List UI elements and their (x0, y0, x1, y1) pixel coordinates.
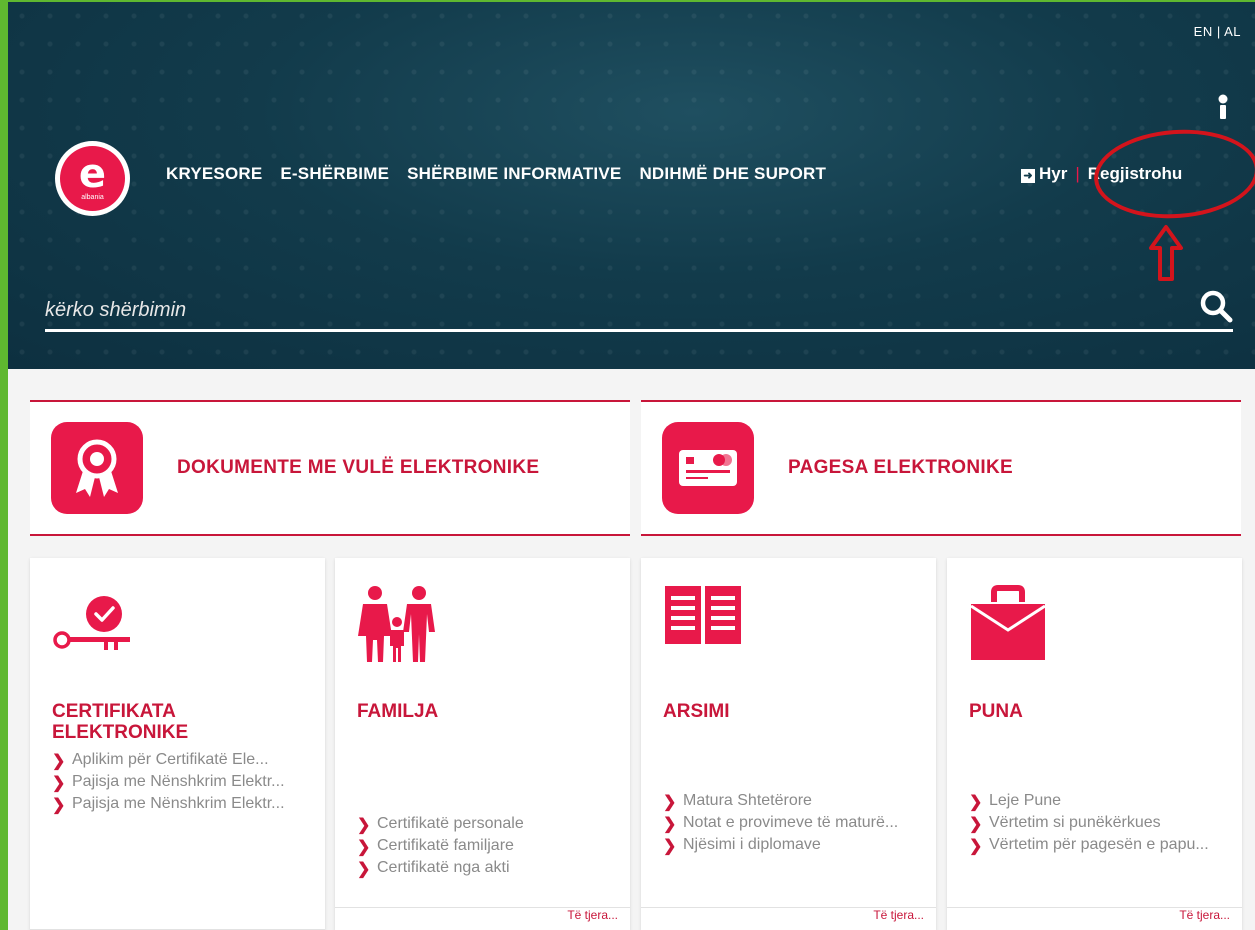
category-link[interactable]: ❯ Notat e provimeve të maturë... (663, 813, 918, 833)
main-nav: KRYESORE E-SHËRBIME SHËRBIME INFORMATIVE… (166, 164, 826, 184)
nav-e-sherbime[interactable]: E-SHËRBIME (280, 164, 389, 184)
category-title: ARSIMI (663, 701, 730, 722)
feature-card-documents[interactable]: DOKUMENTE ME VULË ELEKTRONIKE (30, 400, 630, 536)
search-icon[interactable] (1199, 289, 1233, 328)
category-link[interactable]: ❯ Certifikatë nga akti (357, 858, 612, 878)
chevron-right-icon: ❯ (52, 753, 66, 770)
category-link[interactable]: ❯ Certifikatë familjare (357, 836, 612, 856)
nav-ndihme-dhe-suport[interactable]: NDIHMË DHE SUPORT (639, 164, 826, 184)
category-title: PUNA (969, 701, 1023, 722)
chevron-right-icon: ❯ (969, 816, 983, 833)
login-label: Hyr (1039, 164, 1068, 183)
login-link[interactable]: ➜ Hyr (1021, 164, 1067, 184)
category-link[interactable]: ❯ Pajisja me Nënshkrim Elektr... (52, 794, 307, 814)
briefcase-icon (969, 584, 1047, 669)
category-title: CERTIFIKATA ELEKTRONIKE (52, 701, 189, 743)
category-link[interactable]: ❯ Matura Shtetërore (663, 791, 918, 811)
award-ribbon-icon (51, 422, 143, 514)
e-albania-logo[interactable]: e albania (55, 141, 130, 216)
family-icon (357, 584, 439, 669)
key-check-icon (52, 584, 142, 659)
search-input[interactable] (45, 299, 645, 322)
feature-card-payments[interactable]: PAGESA ELEKTRONIKE (641, 400, 1241, 536)
category-link[interactable]: ❯ Leje Pune (969, 791, 1224, 811)
category-link[interactable]: ❯ Njësimi i diplomave (663, 835, 918, 855)
auth-separator: | (1075, 164, 1080, 183)
category-card-puna[interactable]: PUNA ❯ Leje Pune ❯ Vërtetim si punëkërkues… (947, 558, 1242, 930)
accessibility-icon[interactable] (1217, 94, 1229, 125)
logo-text: albania (81, 194, 104, 201)
category-link[interactable]: ❯ Aplikim për Certifikatë Ele... (52, 750, 307, 770)
open-book-icon (663, 584, 743, 651)
category-link[interactable]: ❯ Vërtetim për pagesën e papu... (969, 835, 1224, 855)
chevron-right-icon: ❯ (52, 797, 66, 814)
feature-label: DOKUMENTE ME VULË ELEKTRONIKE (177, 457, 540, 478)
chevron-right-icon: ❯ (357, 817, 371, 834)
chevron-right-icon: ❯ (969, 838, 983, 855)
category-card-familja[interactable]: FAMILJA ❯ Certifikatë personale ❯ Certifik… (335, 558, 630, 930)
category-link[interactable]: ❯ Pajisja me Nënshkrim Elektr... (52, 772, 307, 792)
annotation-arrow-icon (1148, 224, 1184, 287)
search-bar (45, 289, 1233, 332)
header: EN | AL e albania KRYESORE E-SHËRBIME SH… (8, 2, 1255, 369)
category-links: ❯ Leje Pune ❯ Vërtetim si punëkërkues ❯ Vër… (969, 791, 1224, 857)
chevron-right-icon: ❯ (663, 794, 677, 811)
chevron-right-icon: ❯ (969, 794, 983, 811)
category-links: ❯ Certifikatë personale ❯ Certifikatë fami… (357, 814, 612, 880)
category-card-arsimi[interactable]: ARSIMI ❯ Matura Shtetërore ❯ Notat e provi… (641, 558, 936, 930)
category-title: FAMILJA (357, 701, 439, 722)
chevron-right-icon: ❯ (52, 775, 66, 792)
chevron-right-icon: ❯ (663, 838, 677, 855)
language-switcher[interactable]: EN | AL (1194, 24, 1241, 39)
category-link[interactable]: ❯ Certifikatë personale (357, 814, 612, 834)
more-link[interactable]: Të tjera... (567, 908, 618, 930)
chevron-right-icon: ❯ (663, 816, 677, 833)
category-card-certifikata[interactable]: CERTIFIKATA ELEKTRONIKE ❯ Aplikim për Cer… (30, 558, 325, 930)
logo-letter: e (78, 151, 107, 197)
category-links: ❯ Matura Shtetërore ❯ Notat e provimeve të… (663, 791, 918, 857)
nav-kryesore[interactable]: KRYESORE (166, 164, 262, 184)
chevron-right-icon: ❯ (357, 861, 371, 878)
chevron-right-icon: ❯ (357, 839, 371, 856)
login-arrow-icon: ➜ (1021, 169, 1035, 183)
credit-card-icon (662, 422, 754, 514)
more-link[interactable]: Të tjera... (1179, 908, 1230, 930)
category-links: ❯ Aplikim për Certifikatë Ele... ❯ Pajisja… (52, 750, 307, 816)
page: EN | AL e albania KRYESORE E-SHËRBIME SH… (0, 0, 1255, 930)
nav-sherbime-informative[interactable]: SHËRBIME INFORMATIVE (407, 164, 621, 184)
feature-label: PAGESA ELEKTRONIKE (788, 457, 1013, 478)
category-link[interactable]: ❯ Vërtetim si punëkërkues (969, 813, 1224, 833)
more-link[interactable]: Të tjera... (873, 908, 924, 930)
